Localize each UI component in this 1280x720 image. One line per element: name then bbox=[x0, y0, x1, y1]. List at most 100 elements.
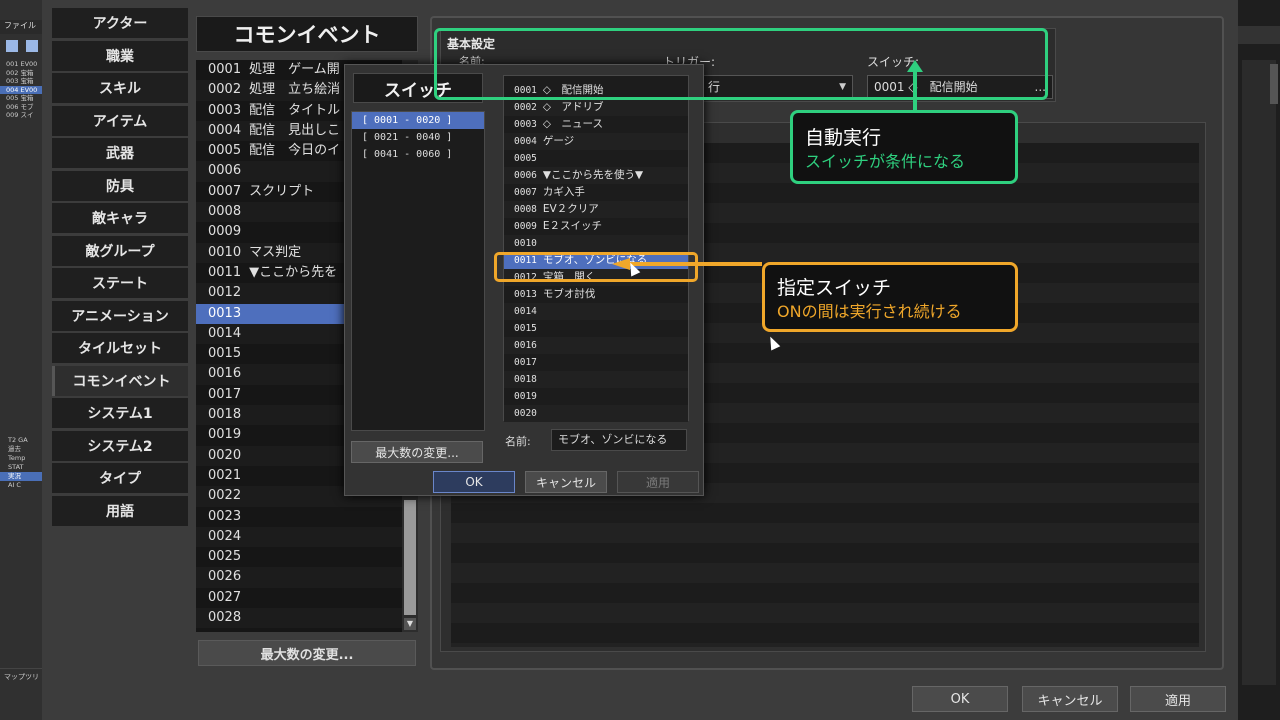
switch-number: 0004 bbox=[514, 136, 537, 147]
cancel-button[interactable]: キャンセル bbox=[1022, 686, 1118, 712]
map-event-item[interactable]: 004 EV00 bbox=[0, 85, 44, 94]
common-event-name: 配信 見出しこ bbox=[249, 122, 341, 138]
common-event-number: 0015 bbox=[208, 346, 242, 362]
map-tree-item[interactable]: 実況 bbox=[0, 472, 44, 481]
switch-row[interactable]: 0009 E２スイッチ bbox=[504, 218, 688, 235]
switch-row[interactable]: 0008 EV２クリア bbox=[504, 201, 688, 218]
switch-group-item[interactable]: [ 0001 - 0020 ] bbox=[352, 112, 484, 129]
category-tab[interactable]: システム1 bbox=[52, 398, 188, 428]
scroll-thumb[interactable] bbox=[404, 500, 416, 615]
switch-row[interactable]: 0016 bbox=[504, 337, 688, 354]
switch-number: 0017 bbox=[514, 357, 537, 368]
switch-ok-button[interactable]: OK bbox=[433, 471, 515, 493]
switch-row[interactable]: 0019 bbox=[504, 388, 688, 405]
switch-list: 0001 ◇ 配信開始 0002 ◇ アドリブ 0003 ◇ ニュース 0004 ゲージ 000… bbox=[503, 75, 689, 422]
category-tab[interactable]: 防具 bbox=[52, 170, 188, 201]
map-event-item[interactable]: 002 宝箱 bbox=[0, 69, 44, 78]
switch-number: 0010 bbox=[514, 238, 537, 249]
category-tab[interactable]: 用語 bbox=[52, 495, 188, 526]
category-tab[interactable]: 武器 bbox=[52, 138, 188, 168]
category-tab[interactable]: タイプ bbox=[52, 463, 188, 493]
orange-arrow bbox=[630, 262, 762, 266]
category-tab[interactable]: アニメーション bbox=[52, 300, 188, 331]
switch-row[interactable]: 0003 ◇ ニュース bbox=[504, 116, 688, 133]
common-event-row[interactable]: 0027 bbox=[196, 588, 418, 608]
map-event-item[interactable]: 003 宝箱 bbox=[0, 77, 44, 86]
switch-row[interactable]: 0004 ゲージ bbox=[504, 133, 688, 150]
map-event-item[interactable]: 006 モブ bbox=[0, 103, 44, 112]
switch-name: カギ入手 bbox=[542, 186, 585, 198]
category-tab[interactable]: アクター bbox=[52, 8, 188, 38]
switch-row[interactable]: 0014 bbox=[504, 303, 688, 320]
common-event-row[interactable]: 0024 bbox=[196, 526, 418, 548]
switch-row[interactable]: 0006 ▼ここから先を使う▼ bbox=[504, 167, 688, 184]
autorun-callout-title: 自動実行 bbox=[805, 127, 882, 149]
switch-number: 0003 bbox=[514, 119, 537, 130]
common-event-row[interactable]: 0028 bbox=[196, 608, 418, 629]
change-max-button[interactable]: 最大数の変更... bbox=[198, 640, 416, 666]
new-file-icon[interactable] bbox=[6, 40, 18, 52]
common-event-row[interactable]: 0023 bbox=[196, 507, 418, 527]
common-event-number: 0025 bbox=[208, 549, 242, 565]
category-tab[interactable]: コモンイベント bbox=[52, 365, 188, 396]
map-tree-item[interactable]: 過去 bbox=[0, 445, 44, 454]
common-event-number: 0005 bbox=[208, 143, 242, 159]
map-event-item[interactable]: 005 宝箱 bbox=[0, 94, 44, 103]
open-folder-icon[interactable] bbox=[26, 40, 38, 52]
common-event-number: 0004 bbox=[208, 122, 242, 138]
map-tree-item[interactable]: T2 GA bbox=[0, 436, 44, 445]
switch-row[interactable]: 0002 ◇ アドリブ bbox=[504, 99, 688, 116]
common-event-number: 0019 bbox=[208, 427, 242, 443]
switch-number: 0008 bbox=[514, 204, 537, 215]
common-event-number: 0003 bbox=[208, 102, 242, 118]
switch-number: 0016 bbox=[514, 340, 537, 351]
map-canvas bbox=[1242, 60, 1276, 685]
selected-switch-highlight bbox=[494, 252, 698, 282]
switch-row[interactable]: 0005 bbox=[504, 150, 688, 167]
category-tab[interactable]: タイルセット bbox=[52, 333, 188, 363]
category-tab[interactable]: スキル bbox=[52, 73, 188, 103]
map-event-item[interactable]: 001 EV00 bbox=[0, 60, 44, 69]
common-event-number: 0007 bbox=[208, 183, 242, 199]
common-event-row[interactable]: 0025 bbox=[196, 547, 418, 567]
common-event-name: 配信 今日のイ bbox=[249, 143, 341, 159]
category-tabs: アクター 職業 スキル アイテム 武器 防具 敵キャラ 敵グループ ステート アニメーション タイル… bbox=[52, 8, 188, 528]
map-tree-item[interactable]: STAT bbox=[0, 463, 44, 472]
switch-row[interactable]: 0010 bbox=[504, 235, 688, 252]
switch-row[interactable]: 0015 bbox=[504, 320, 688, 337]
category-tab[interactable]: 職業 bbox=[52, 40, 188, 71]
category-tab[interactable]: 敵グループ bbox=[52, 235, 188, 266]
switch-group-item[interactable]: [ 0021 - 0040 ] bbox=[352, 129, 484, 146]
map-tree-item[interactable]: AI C bbox=[0, 481, 44, 490]
category-tab[interactable]: ステート bbox=[52, 268, 188, 298]
scroll-down-arrow-icon[interactable]: ▼ bbox=[404, 618, 416, 630]
green-arrow bbox=[913, 72, 917, 112]
common-event-number: 0016 bbox=[208, 366, 242, 382]
switch-group-item[interactable]: [ 0041 - 0060 ] bbox=[352, 146, 484, 163]
switch-row[interactable]: 0018 bbox=[504, 371, 688, 388]
scrollbar[interactable] bbox=[1270, 64, 1278, 104]
category-tab[interactable]: アイテム bbox=[52, 105, 188, 136]
map-tree-item[interactable]: Temp bbox=[0, 454, 44, 463]
category-tab[interactable]: 敵キャラ bbox=[52, 203, 188, 233]
switch-callout-title: 指定スイッチ bbox=[777, 277, 892, 299]
toolbar-strip bbox=[1238, 26, 1280, 44]
common-event-name: マス判定 bbox=[249, 244, 302, 260]
switch-cancel-button[interactable]: キャンセル bbox=[525, 471, 607, 493]
switch-row[interactable]: 0017 bbox=[504, 354, 688, 371]
switch-apply-button[interactable]: 適用 bbox=[617, 471, 699, 493]
common-event-row[interactable]: 0026 bbox=[196, 567, 418, 588]
apply-button[interactable]: 適用 bbox=[1130, 686, 1226, 712]
switch-name-field[interactable]: モブオ、ゾンビになる bbox=[551, 429, 687, 451]
switch-row[interactable]: 0020 bbox=[504, 405, 688, 422]
common-event-number: 0017 bbox=[208, 386, 242, 402]
category-tab[interactable]: システム2 bbox=[52, 430, 188, 461]
switch-change-max-button[interactable]: 最大数の変更... bbox=[351, 441, 483, 463]
switch-number: 0014 bbox=[514, 306, 537, 317]
switch-row[interactable]: 0007 カギ入手 bbox=[504, 184, 688, 201]
map-event-item[interactable]: 009 スイ bbox=[0, 111, 44, 120]
switch-row[interactable]: 0013 モブオ討伐 bbox=[504, 286, 688, 303]
ok-button[interactable]: OK bbox=[912, 686, 1008, 712]
switch-number: 0013 bbox=[514, 289, 537, 300]
switch-name: ◇ ニュース bbox=[542, 118, 603, 130]
